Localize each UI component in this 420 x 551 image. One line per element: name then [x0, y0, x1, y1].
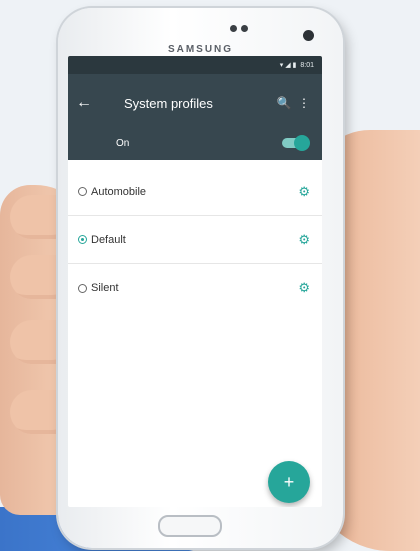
- home-button[interactable]: [158, 515, 222, 537]
- phone-speaker: [230, 25, 248, 32]
- radio-button[interactable]: [78, 283, 87, 293]
- profile-list: Automobile ⚙ Default ⚙ Silent ⚙: [68, 160, 322, 312]
- profile-label: Silent: [91, 282, 119, 294]
- profile-row-silent[interactable]: Silent ⚙: [68, 264, 322, 312]
- gear-icon[interactable]: ⚙: [298, 280, 310, 296]
- profile-row-automobile[interactable]: Automobile ⚙: [68, 168, 322, 216]
- status-time: 8:01: [300, 61, 314, 69]
- status-icons: ▾ ◢ ▮: [279, 62, 297, 69]
- app-toolbar: ← System profiles 🔍 ⋮: [68, 74, 322, 132]
- radio-button-selected[interactable]: [78, 235, 87, 244]
- switch-knob: [294, 135, 310, 151]
- gear-icon[interactable]: ⚙: [298, 232, 310, 248]
- profile-label: Default: [91, 233, 126, 246]
- radio-button[interactable]: [78, 187, 87, 196]
- back-arrow-icon[interactable]: ←: [76, 94, 106, 112]
- add-profile-button[interactable]: +: [268, 461, 310, 503]
- master-switch-toggle[interactable]: [282, 135, 310, 151]
- phone: SAMSUNG ▾ ◢ ▮ 8:01 ← System profiles 🔍 ⋮…: [58, 8, 343, 548]
- phone-brand: SAMSUNG: [167, 44, 234, 55]
- more-options-icon[interactable]: ⋮: [294, 96, 314, 110]
- master-switch-label: On: [116, 137, 130, 149]
- phone-camera: [303, 30, 314, 41]
- gear-icon[interactable]: ⚙: [298, 184, 310, 200]
- search-icon[interactable]: 🔍: [274, 96, 294, 110]
- profile-row-default[interactable]: Default ⚙: [68, 216, 322, 264]
- page-title: System profiles: [124, 95, 213, 111]
- profile-label: Automobile: [91, 185, 147, 198]
- master-switch-bar: On: [68, 132, 322, 160]
- status-bar: ▾ ◢ ▮ 8:01: [68, 56, 322, 74]
- app-screen: ▾ ◢ ▮ 8:01 ← System profiles 🔍 ⋮ On Auto…: [68, 56, 322, 507]
